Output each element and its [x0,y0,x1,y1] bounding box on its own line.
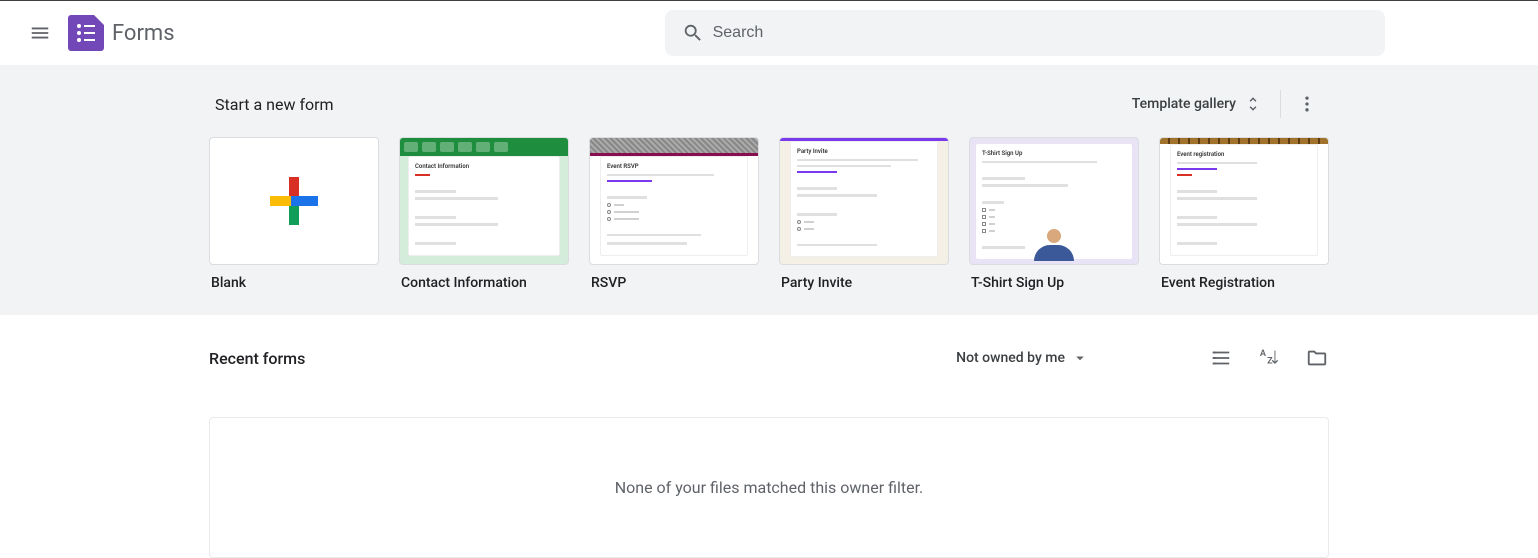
plus-icon [210,138,378,264]
main-menu-button[interactable] [16,9,64,57]
templates-heading: Start a new form [215,95,334,114]
template-preview-title: Event registration [1177,151,1311,158]
owner-filter-dropdown[interactable]: Not owned by me [956,343,1089,373]
template-event-registration[interactable]: Event registration Event Regi [1159,137,1329,291]
owner-filter-label: Not owned by me [956,350,1065,366]
template-label: Party Invite [779,275,949,291]
template-party-invite[interactable]: Party Invite Par [779,137,949,291]
hamburger-icon [29,22,51,44]
forms-icon [68,15,104,51]
template-contact-information[interactable]: Contact Information Contact Information [399,137,569,291]
list-icon [1210,347,1232,369]
svg-text:Z: Z [1267,357,1273,367]
template-preview-title: Contact Information [415,163,553,170]
dropdown-icon [1071,349,1089,367]
template-label: Event Registration [1159,275,1329,291]
search-button[interactable] [673,13,713,53]
template-gallery-label: Template gallery [1132,96,1236,112]
sort-button[interactable]: A Z [1257,346,1281,370]
template-tshirt-signup[interactable]: T-Shirt Sign Up [969,137,1139,291]
open-file-picker-button[interactable] [1305,346,1329,370]
separator [1280,90,1281,118]
template-preview-title: Event RSVP [607,163,741,170]
folder-icon [1306,347,1328,369]
template-label: T-Shirt Sign Up [969,275,1139,291]
sort-az-icon: A Z [1258,347,1280,369]
search-bar[interactable] [665,10,1385,56]
search-input[interactable] [713,24,1377,42]
template-preview-title: Party Invite [797,148,931,155]
template-preview-title: T-Shirt Sign Up [982,150,1126,157]
svg-text:A: A [1260,349,1267,359]
empty-state: None of your files matched this owner fi… [209,417,1329,558]
empty-message: None of your files matched this owner fi… [615,478,924,497]
more-vert-icon [1297,94,1317,114]
template-gallery-button[interactable]: Template gallery [1124,89,1270,119]
search-icon [682,22,704,44]
product-name: Forms [112,21,175,46]
template-label: RSVP [589,275,759,291]
template-rsvp[interactable]: Event RSVP RSVP [589,137,759,291]
template-blank[interactable]: Blank [209,137,379,291]
unfold-icon [1244,95,1262,113]
template-label: Blank [209,275,379,291]
template-label: Contact Information [399,275,569,291]
forms-logo-link[interactable]: Forms [68,15,175,51]
templates-more-button[interactable] [1291,88,1323,120]
recent-heading: Recent forms [209,349,305,368]
list-view-button[interactable] [1209,346,1233,370]
